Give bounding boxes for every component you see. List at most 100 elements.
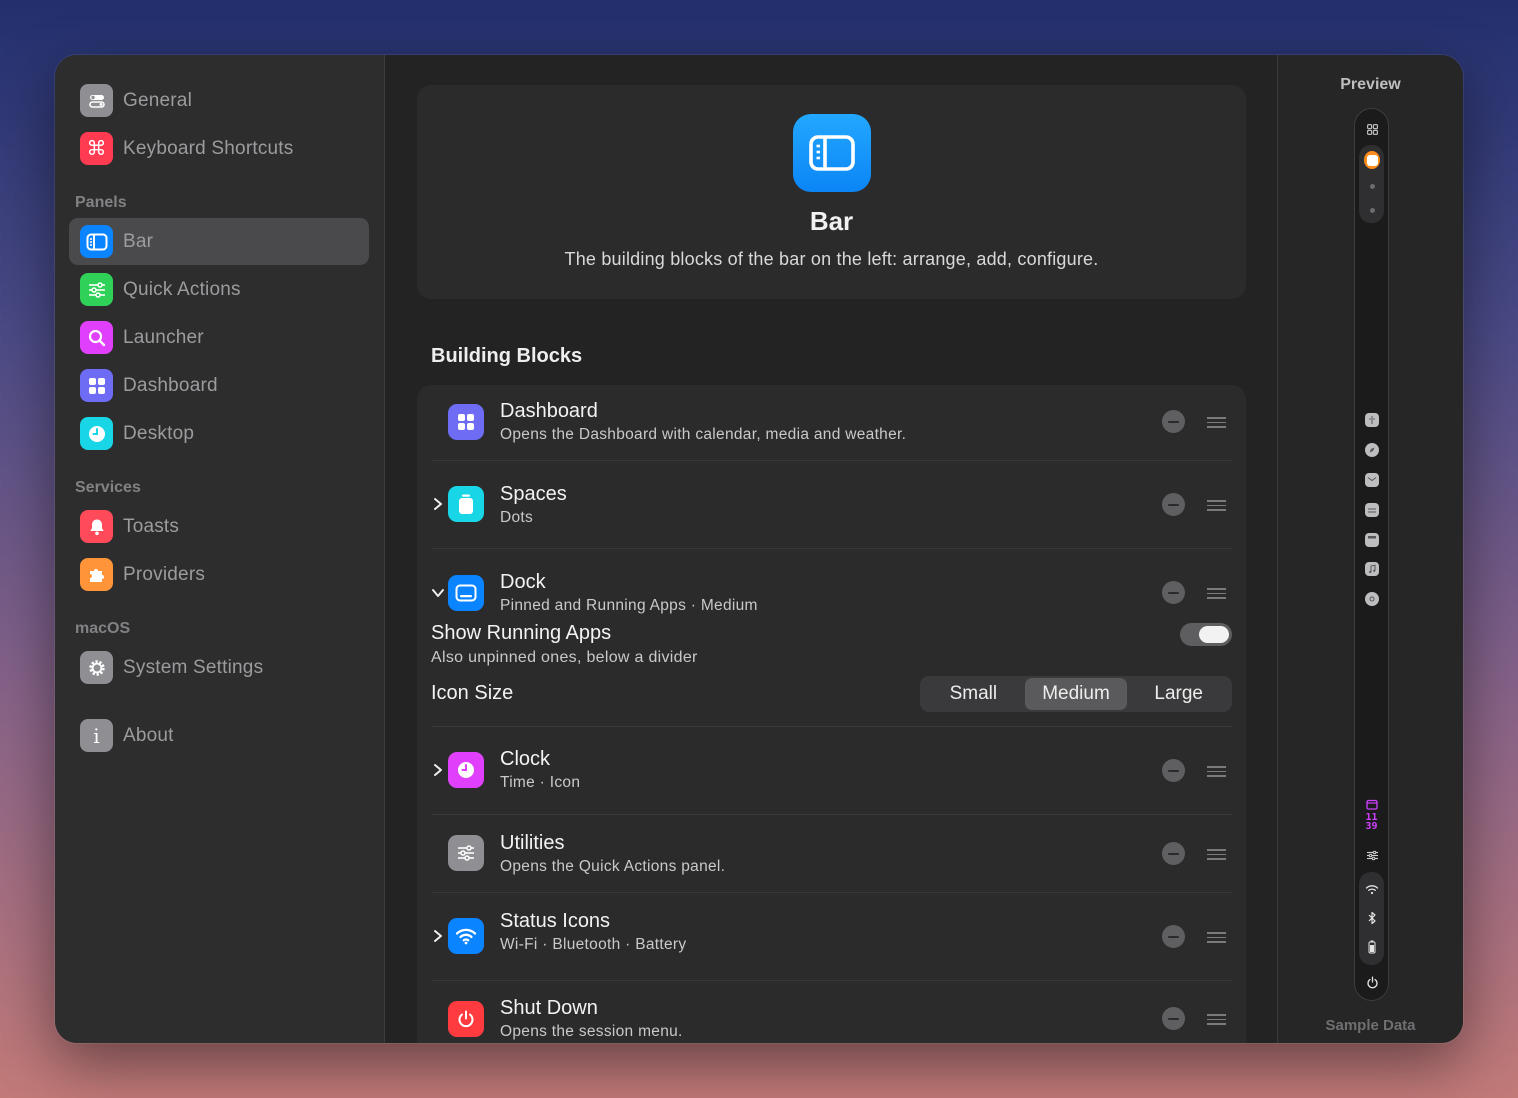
remove-block-button[interactable] bbox=[1162, 842, 1185, 865]
icon-size-segmented-control[interactable]: Small Medium Large bbox=[920, 676, 1232, 712]
block-row-shut-down[interactable]: Shut Down Opens the session menu. bbox=[431, 981, 1232, 1043]
drag-handle[interactable] bbox=[1207, 932, 1226, 943]
block-title: Dock bbox=[500, 571, 546, 593]
block-row-spaces[interactable]: Spaces Dots bbox=[431, 461, 1232, 548]
puzzle-icon bbox=[80, 558, 113, 591]
block-row-utilities[interactable]: Utilities Opens the Quick Actions panel. bbox=[431, 815, 1232, 892]
block-subtitle: Wi-Fi · Bluetooth · Battery bbox=[500, 936, 687, 953]
sidebar-section-panels: Panels bbox=[75, 194, 127, 211]
clock-widget-icon bbox=[80, 417, 113, 450]
chevron-right-icon[interactable] bbox=[431, 929, 445, 943]
chevron-right-icon[interactable] bbox=[431, 497, 445, 511]
sidebar-item-launcher[interactable]: Launcher bbox=[69, 314, 369, 361]
sidebar-item-label: About bbox=[123, 724, 174, 746]
sidebar-item-system-settings[interactable]: System Settings bbox=[69, 644, 369, 691]
block-title: Shut Down bbox=[500, 997, 598, 1019]
gear-icon bbox=[80, 651, 113, 684]
remove-block-button[interactable] bbox=[1162, 759, 1185, 782]
sidebar-item-label: Desktop bbox=[123, 422, 195, 444]
block-title: Status Icons bbox=[500, 910, 611, 932]
toggles-icon bbox=[80, 84, 113, 117]
icon-size-small[interactable]: Small bbox=[922, 678, 1025, 710]
sidebar-item-desktop[interactable]: Desktop bbox=[69, 410, 369, 457]
page-title: Bar bbox=[809, 206, 854, 236]
wifi-icon[interactable] bbox=[1364, 881, 1380, 897]
active-space-indicator[interactable] bbox=[1364, 151, 1380, 169]
preview-title: Preview bbox=[1340, 76, 1401, 93]
chevron-down-icon[interactable] bbox=[431, 586, 445, 600]
power-icon[interactable] bbox=[1364, 974, 1380, 990]
wifi-icon bbox=[448, 918, 484, 954]
block-subtitle: Pinned and Running Apps · Medium bbox=[500, 597, 758, 614]
sidebar-item-general[interactable]: General bbox=[69, 77, 369, 124]
drag-handle[interactable] bbox=[1207, 417, 1226, 428]
drag-handle[interactable] bbox=[1207, 588, 1226, 599]
sidebar-item-label: Dashboard bbox=[123, 374, 218, 396]
sidebar-item-label: General bbox=[123, 89, 192, 111]
drag-handle[interactable] bbox=[1207, 766, 1226, 777]
main-content[interactable]: Bar The building blocks of the bar on th… bbox=[385, 55, 1277, 1043]
section-title-building-blocks: Building Blocks bbox=[431, 345, 583, 367]
sidebar-item-label: Bar bbox=[123, 230, 154, 252]
finder-app-icon[interactable] bbox=[1364, 412, 1380, 428]
mail-app-icon[interactable] bbox=[1364, 472, 1380, 488]
calendar-app-icon[interactable] bbox=[1364, 532, 1380, 548]
space-dot[interactable] bbox=[1370, 184, 1375, 189]
sidebar-item-keyboard-shortcuts[interactable]: ⌘ Keyboard Shortcuts bbox=[69, 125, 369, 172]
drag-handle[interactable] bbox=[1207, 500, 1226, 511]
sidebar-item-providers[interactable]: Providers bbox=[69, 551, 369, 598]
sidebar-item-quick-actions[interactable]: Quick Actions bbox=[69, 266, 369, 313]
command-key-icon: ⌘ bbox=[80, 132, 113, 165]
power-icon bbox=[448, 1001, 484, 1037]
show-running-apps-toggle[interactable] bbox=[1180, 623, 1232, 646]
block-subtitle: Opens the Dashboard with calendar, media… bbox=[500, 426, 907, 443]
dashboard-grid-icon bbox=[1364, 121, 1380, 137]
block-title: Clock bbox=[500, 748, 551, 770]
space-dot[interactable] bbox=[1370, 208, 1375, 213]
remove-block-button[interactable] bbox=[1162, 410, 1185, 433]
sidebar-item-label: System Settings bbox=[123, 656, 264, 678]
remove-block-button[interactable] bbox=[1162, 925, 1185, 948]
chevron-right-icon[interactable] bbox=[431, 763, 445, 777]
sidebar-section-macos: macOS bbox=[75, 620, 131, 637]
remove-block-button[interactable] bbox=[1162, 1007, 1185, 1030]
sliders-icon bbox=[80, 273, 113, 306]
sidebar-item-about[interactable]: i About bbox=[69, 712, 369, 759]
magnifier-icon bbox=[80, 321, 113, 354]
block-row-dashboard[interactable]: Dashboard Opens the Dashboard with calen… bbox=[431, 385, 1232, 460]
block-subtitle: Opens the Quick Actions panel. bbox=[500, 858, 726, 875]
icon-size-label: Icon Size bbox=[431, 682, 514, 704]
battery-icon[interactable] bbox=[1364, 939, 1380, 955]
settings-window: General ⌘ Keyboard Shortcuts Panels Bar … bbox=[55, 55, 1463, 1043]
dock-icon bbox=[448, 575, 484, 611]
block-title: Dashboard bbox=[500, 400, 598, 422]
remove-block-button[interactable] bbox=[1162, 493, 1185, 516]
block-row-dock[interactable]: Dock Pinned and Running Apps · Medium Sh… bbox=[431, 549, 1232, 725]
safari-app-icon[interactable] bbox=[1364, 442, 1380, 458]
drag-handle[interactable] bbox=[1207, 849, 1226, 860]
chrome-app-icon[interactable] bbox=[1364, 591, 1380, 607]
utilities-sliders-icon[interactable] bbox=[1364, 847, 1380, 863]
block-row-status-icons[interactable]: Status Icons Wi-Fi · Bluetooth · Battery bbox=[431, 893, 1232, 980]
remove-block-button[interactable] bbox=[1162, 581, 1185, 604]
sidebar-layout-icon bbox=[80, 225, 113, 258]
bluetooth-icon[interactable] bbox=[1364, 910, 1380, 926]
icon-size-medium[interactable]: Medium bbox=[1024, 678, 1128, 710]
show-running-apps-description: Also unpinned ones, below a divider bbox=[431, 649, 698, 666]
drag-handle[interactable] bbox=[1207, 1014, 1226, 1025]
sidebar-item-label: Keyboard Shortcuts bbox=[123, 137, 294, 159]
music-app-icon[interactable] bbox=[1364, 561, 1380, 577]
notes-app-icon[interactable] bbox=[1364, 502, 1380, 518]
grid-icon bbox=[448, 404, 484, 440]
calendar-icon bbox=[1364, 796, 1380, 812]
sidebar-item-toasts[interactable]: Toasts bbox=[69, 503, 369, 550]
clock-icon bbox=[448, 752, 484, 788]
sidebar-item-bar[interactable]: Bar bbox=[69, 218, 369, 265]
icon-size-large[interactable]: Large bbox=[1127, 678, 1230, 710]
info-icon: i bbox=[80, 719, 113, 752]
sidebar-item-label: Toasts bbox=[123, 515, 180, 537]
block-row-clock[interactable]: Clock Time · Icon bbox=[431, 727, 1232, 814]
sidebar-section-services: Services bbox=[75, 479, 141, 496]
block-subtitle: Opens the session menu. bbox=[500, 1023, 683, 1040]
sidebar-item-dashboard[interactable]: Dashboard bbox=[69, 362, 369, 409]
